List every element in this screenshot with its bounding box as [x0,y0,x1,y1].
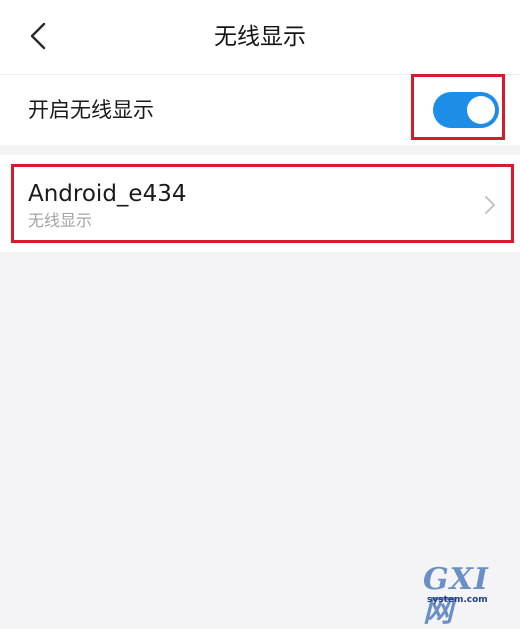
device-subtitle: 无线显示 [28,211,93,230]
section-divider [0,146,520,154]
wireless-display-switch[interactable] [433,92,499,128]
watermark-url: system.com [427,595,488,605]
watermark: GXI网 system.com [423,564,513,628]
page-title: 无线显示 [214,24,306,50]
device-name: Android_e434 [28,181,187,207]
wireless-display-toggle-label: 开启无线显示 [28,98,154,122]
switch-knob [467,96,495,124]
chevron-right-icon [485,196,495,214]
top-app-bar: 无线显示 [0,0,520,75]
